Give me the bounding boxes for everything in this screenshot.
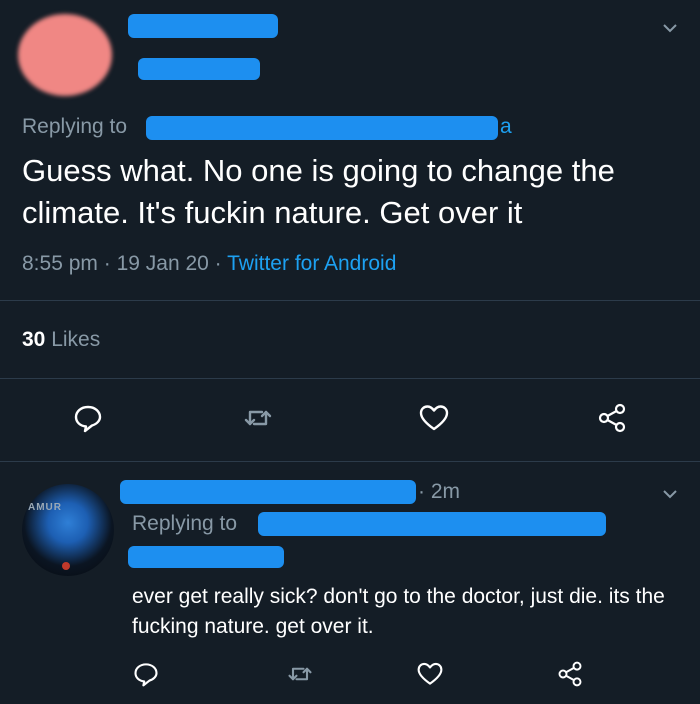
reply-tweet[interactable]: AMUR · 2m Replying to ever get really si… (0, 462, 700, 704)
replying-to-label: Replying to (22, 115, 128, 138)
redacted-mention-line2[interactable] (128, 546, 284, 568)
tweet-meta: 8:55 pm · 19 Jan 20 · Twitter for Androi… (22, 252, 396, 276)
likes-count[interactable]: 30 Likes (22, 328, 100, 352)
redacted-username (138, 58, 260, 80)
chevron-down-icon[interactable] (660, 484, 680, 504)
divider (0, 300, 700, 301)
meta-separator: · (214, 252, 222, 275)
avatar[interactable]: AMUR (22, 484, 114, 576)
redacted-display-name (128, 14, 278, 38)
meta-separator: · (103, 252, 111, 275)
avatar[interactable] (18, 14, 112, 96)
replying-to-label: Replying to (132, 512, 238, 535)
avatar-dot (62, 562, 70, 570)
replying-to-tail: a (500, 115, 512, 139)
main-tweet: Replying to a Guess what. No one is goin… (0, 0, 700, 462)
heart-icon[interactable] (418, 402, 450, 434)
avatar-tag: AMUR (28, 502, 62, 513)
redacted-mention[interactable] (146, 116, 498, 140)
retweet-icon[interactable] (242, 402, 274, 434)
divider (0, 378, 700, 379)
tweet-time[interactable]: 8:55 pm (22, 252, 98, 275)
mention-tail[interactable]: a (500, 115, 512, 138)
reply-icon[interactable] (72, 402, 104, 434)
chevron-down-icon[interactable] (660, 18, 680, 38)
share-icon[interactable] (596, 402, 628, 434)
replying-to: Replying to (132, 512, 237, 536)
share-icon[interactable] (556, 660, 584, 688)
heart-icon[interactable] (416, 660, 444, 688)
retweet-icon[interactable] (286, 660, 314, 688)
replying-to: Replying to (22, 115, 127, 139)
reply-time[interactable]: · 2m (418, 480, 460, 504)
likes-number: 30 (22, 328, 46, 351)
tweet-source[interactable]: Twitter for Android (227, 252, 396, 275)
reply-icon[interactable] (132, 660, 160, 688)
tweet-text: Guess what. No one is going to change th… (22, 153, 615, 230)
reply-text: ever get really sick? don't go to the do… (132, 585, 665, 638)
redacted-mention[interactable] (258, 512, 606, 536)
tweet-date[interactable]: 19 Jan 20 (117, 252, 209, 275)
likes-label: Likes (51, 328, 101, 351)
redacted-display-name (120, 480, 416, 504)
